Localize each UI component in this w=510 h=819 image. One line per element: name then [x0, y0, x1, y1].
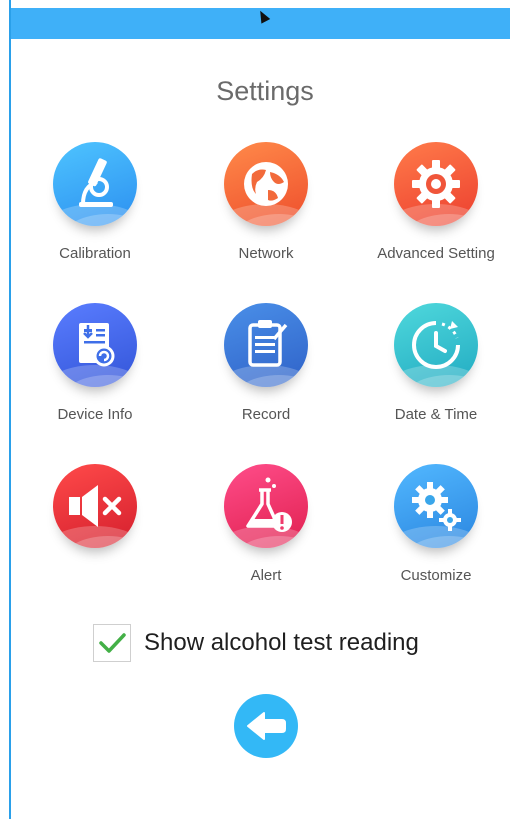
tile-label: Advanced Setting [377, 245, 495, 262]
back-arrow-icon [247, 712, 286, 740]
back-button[interactable] [234, 694, 298, 758]
mute-speaker-icon [53, 464, 137, 548]
tile-label: Date & Time [394, 406, 478, 423]
clock-icon [394, 303, 478, 387]
microscope-icon [53, 142, 137, 226]
checkbox-label: Show alcohol test reading [144, 629, 419, 656]
checkmark-icon [99, 633, 126, 653]
mute-button[interactable] [10, 464, 180, 604]
clipboard-icon [224, 303, 308, 387]
show-alcohol-reading-checkbox[interactable] [93, 624, 131, 662]
record-button[interactable]: Record [181, 303, 351, 443]
tile-label: Customize [400, 567, 472, 584]
page-title: Settings [216, 76, 314, 106]
device-info-button[interactable]: Device Info [10, 303, 180, 443]
flask-alert-icon [224, 464, 308, 548]
alert-button[interactable]: Alert [181, 464, 351, 604]
tile-label: Calibration [59, 245, 131, 262]
device-info-icon [53, 303, 137, 387]
tile-label: Device Info [57, 406, 133, 423]
advanced-setting-button[interactable]: Advanced Setting [351, 142, 510, 282]
tile-label: Alert [250, 567, 282, 584]
date-time-button[interactable]: Date & Time [351, 303, 510, 443]
tile-label: Record [241, 406, 291, 423]
calibration-button[interactable]: Calibration [10, 142, 180, 282]
gear-icon [394, 142, 478, 226]
network-button[interactable]: Network [181, 142, 351, 282]
gears-icon [394, 464, 478, 548]
globe-icon [224, 142, 308, 226]
tile-label: Network [238, 245, 294, 262]
customize-button[interactable]: Customize [351, 464, 510, 604]
